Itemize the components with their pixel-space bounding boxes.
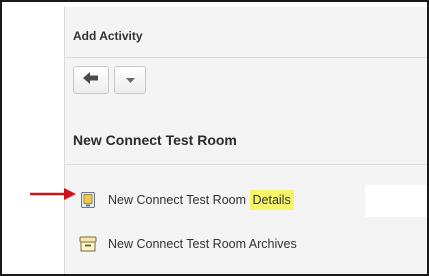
details-link-prefix: New Connect Test Room [108,193,250,207]
details-highlight: Details [249,190,294,210]
arrow-left-icon [83,71,99,89]
archives-link[interactable]: New Connect Test Room Archives [108,237,297,251]
list-item-archives[interactable]: New Connect Test Room Archives [65,233,427,255]
back-button[interactable] [73,66,109,94]
activity-panel: Add Activity New Connect Test Room New C… [64,7,427,274]
meeting-room-icon [79,191,97,209]
panel-title: Add Activity [73,29,143,43]
room-title: New Connect Test Room [73,132,237,148]
details-link[interactable]: New Connect Test Room Details [108,190,294,210]
caret-down-icon [125,71,135,89]
toolbar [73,66,146,96]
section-divider [65,164,427,165]
red-arrow-annotation [30,188,76,200]
list-item-details[interactable]: New Connect Test Room Details [65,189,427,211]
archive-box-icon [79,235,97,253]
screenshot-frame: Add Activity New Connect Test Room New C… [0,0,429,276]
panel-header: Add Activity [65,7,427,58]
more-options-dropdown[interactable] [114,66,146,94]
